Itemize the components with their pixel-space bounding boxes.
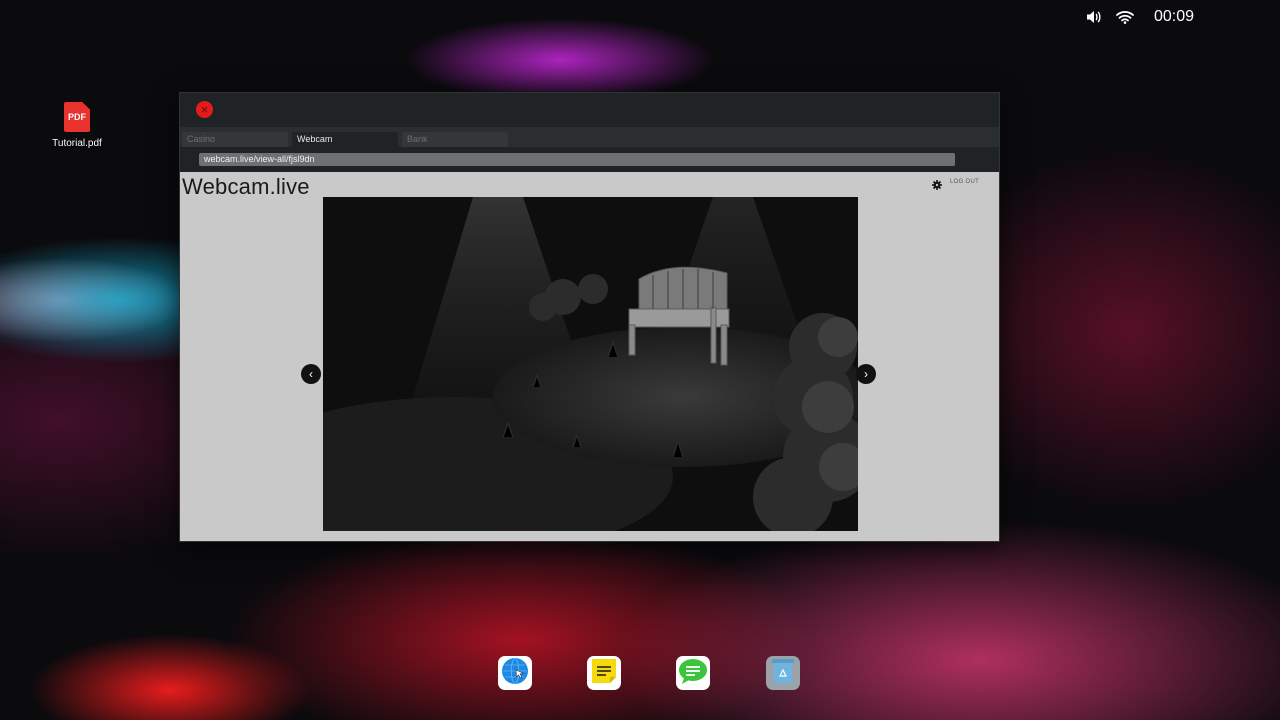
system-status-bar: 00:09 xyxy=(1086,8,1194,26)
url-input[interactable]: webcam.live/view-all/fjsl9dn xyxy=(199,153,955,166)
desktop-icon-label: Tutorial.pdf xyxy=(52,138,102,149)
logout-link[interactable]: LOG OUT xyxy=(950,179,979,185)
close-window-button[interactable] xyxy=(196,101,213,118)
pdf-badge: PDF xyxy=(68,112,86,122)
dock-notes-button[interactable] xyxy=(587,656,621,690)
page-title: Webcam.live xyxy=(182,174,310,199)
dock xyxy=(0,656,1280,690)
webcam-feed-image xyxy=(323,197,858,531)
wifi-icon[interactable] xyxy=(1116,10,1134,24)
page-content: Webcam.live LOG OUT xyxy=(180,172,999,541)
sticky-notes-icon xyxy=(590,657,618,690)
browser-globe-icon xyxy=(501,657,529,690)
messages-icon xyxy=(678,657,708,690)
dock-browser-button[interactable] xyxy=(498,656,532,690)
recycle-bin-icon xyxy=(771,657,795,690)
next-camera-button[interactable]: › xyxy=(856,364,876,384)
previous-camera-button[interactable]: ‹ xyxy=(301,364,321,384)
tab-casino[interactable]: Casino xyxy=(182,132,288,147)
window-titlebar[interactable] xyxy=(180,93,999,127)
dock-messages-button[interactable] xyxy=(676,656,710,690)
browser-window: Casino Webcam Bank webcam.live/view-all/… xyxy=(179,92,1000,542)
pdf-file-icon: PDF xyxy=(64,102,90,132)
tab-bar: Casino Webcam Bank xyxy=(180,127,999,147)
dock-recycle-bin-button[interactable] xyxy=(766,656,800,690)
tab-webcam[interactable]: Webcam xyxy=(292,132,398,147)
tab-bank[interactable]: Bank xyxy=(402,132,508,147)
speaker-icon[interactable] xyxy=(1086,10,1102,24)
clock: 00:09 xyxy=(1153,8,1194,25)
gear-icon[interactable] xyxy=(932,177,942,195)
address-bar: webcam.live/view-all/fjsl9dn xyxy=(180,147,999,171)
desktop-icon-tutorial-pdf[interactable]: PDF Tutorial.pdf xyxy=(46,102,108,149)
